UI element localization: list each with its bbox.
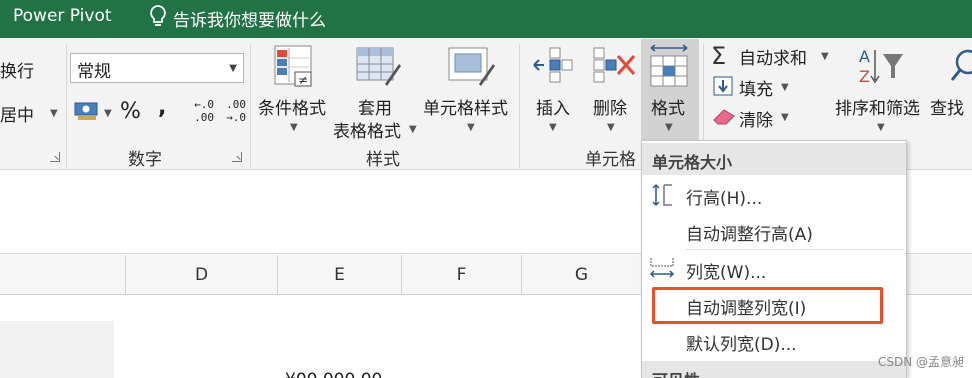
menu-item-default-width[interactable]: 默认列宽(D)... (642, 323, 906, 359)
accounting-format-icon[interactable] (74, 100, 100, 122)
cells-group-label: 单元格 (585, 150, 636, 170)
svg-text:Z: Z (859, 67, 870, 86)
chevron-down-icon[interactable]: ▼ (409, 124, 417, 135)
chevron-down-icon[interactable]: ▼ (467, 122, 475, 133)
chevron-down-icon[interactable]: ▼ (781, 112, 789, 123)
tell-me-search[interactable]: 告诉我你想要做什么 (173, 6, 326, 31)
insert-cells-icon[interactable] (532, 44, 578, 88)
column-header-d[interactable]: D (126, 255, 278, 295)
group-divider (519, 44, 520, 168)
group-divider (66, 44, 67, 168)
comma-style-button[interactable]: , (158, 95, 166, 120)
clear-button[interactable]: 清除 (739, 106, 773, 131)
find-select-button[interactable]: 查找 (930, 94, 964, 119)
column-header-e[interactable]: E (278, 255, 402, 295)
find-select-icon[interactable] (950, 44, 972, 88)
column-header-g[interactable]: G (522, 255, 642, 295)
chevron-down-icon[interactable]: ▼ (104, 108, 112, 119)
increase-decimal-button[interactable]: ←.0 .00 (186, 98, 214, 126)
merge-center-button[interactable]: 居中 (0, 101, 34, 126)
number-group-label: 数字 (128, 150, 162, 170)
insert-button[interactable]: 插入 (536, 94, 570, 119)
increase-decimal-bottom: .00 (194, 111, 214, 124)
currency-cell-value[interactable]: ¥00,000.00 (285, 370, 382, 378)
group-divider (250, 44, 251, 168)
highlight-box (652, 287, 883, 324)
chevron-down-icon[interactable]: ▼ (50, 108, 58, 119)
number-format-dropdown[interactable]: 常规 ▼ (70, 53, 244, 83)
format-cells-icon (647, 42, 693, 90)
conditional-formatting-icon[interactable]: ≠ (271, 44, 317, 90)
conditional-formatting-button[interactable]: 条件格式 (258, 94, 326, 119)
delete-cells-icon[interactable] (592, 44, 638, 88)
format-as-table-icon[interactable] (353, 44, 403, 90)
decrease-decimal-bottom: →.0 (226, 111, 246, 124)
chevron-down-icon[interactable]: ▼ (821, 51, 829, 62)
percent-style-button[interactable]: % (120, 99, 141, 124)
delete-button[interactable]: 删除 (593, 94, 627, 119)
fill-button[interactable]: 填充 (739, 75, 773, 100)
cell-styles-icon[interactable] (445, 44, 495, 90)
column-header-f[interactable]: F (402, 255, 522, 295)
format-button-label: 格式 (651, 99, 685, 119)
increase-decimal-top: ←.0 (194, 98, 214, 111)
menu-item-autofit-row-height[interactable]: 自动调整行高(A) (642, 213, 906, 249)
sigma-icon[interactable]: Σ (711, 42, 735, 70)
fill-down-icon[interactable] (713, 76, 733, 96)
chevron-down-icon[interactable]: ▼ (781, 82, 789, 93)
sort-filter-icon[interactable]: AZ (855, 44, 907, 88)
chevron-down-icon[interactable]: ▼ (549, 122, 557, 133)
chevron-down-icon[interactable]: ▼ (607, 122, 615, 133)
shaded-cell[interactable] (0, 321, 114, 378)
chevron-down-icon: ▼ (665, 122, 673, 133)
title-bar: Power Pivot 告诉我你想要做什么 (0, 0, 972, 38)
decrease-decimal-top: .00 (226, 98, 246, 111)
number-dialog-launcher[interactable] (232, 152, 242, 162)
chevron-down-icon: ▼ (229, 63, 237, 74)
format-as-table-button[interactable]: 表格格式 (333, 117, 401, 142)
power-pivot-tab[interactable]: Power Pivot (13, 6, 112, 26)
column-header-blank[interactable] (0, 255, 126, 295)
alignment-dialog-launcher[interactable] (50, 152, 60, 162)
cell-styles-button[interactable]: 单元格样式 (423, 94, 508, 119)
group-divider (703, 44, 704, 140)
menu-item-column-width[interactable]: 列宽(W)... (642, 251, 906, 287)
autosum-button[interactable]: 自动求和 (739, 44, 807, 69)
eraser-icon[interactable] (712, 106, 736, 126)
sort-filter-button[interactable]: 排序和筛选 (835, 94, 920, 119)
svg-text:A: A (859, 47, 870, 66)
menu-item-row-height[interactable]: 行高(H)... (642, 177, 906, 213)
styles-group-label: 样式 (366, 150, 400, 170)
format-dropdown-menu: 单元格大小 行高(H)... 自动调整行高(A) 列宽(W)... 自动调整列宽… (641, 140, 907, 378)
menu-section-visibility: 可见性 (642, 361, 906, 378)
watermark: CSDN @孟意昶 (877, 355, 964, 369)
lightbulb-icon (147, 2, 169, 32)
chevron-down-icon[interactable]: ▼ (290, 122, 298, 133)
menu-section-cell-size: 单元格大小 (642, 143, 906, 175)
chevron-down-icon[interactable]: ▼ (877, 122, 885, 133)
menu-separator (686, 249, 904, 250)
number-format-value: 常规 (77, 62, 111, 82)
decrease-decimal-button[interactable]: .00 →.0 (218, 98, 246, 126)
wrap-text-button[interactable]: 换行 (0, 57, 34, 82)
svg-text:≠: ≠ (298, 73, 308, 87)
format-as-table-line1[interactable]: 套用 (358, 94, 392, 119)
